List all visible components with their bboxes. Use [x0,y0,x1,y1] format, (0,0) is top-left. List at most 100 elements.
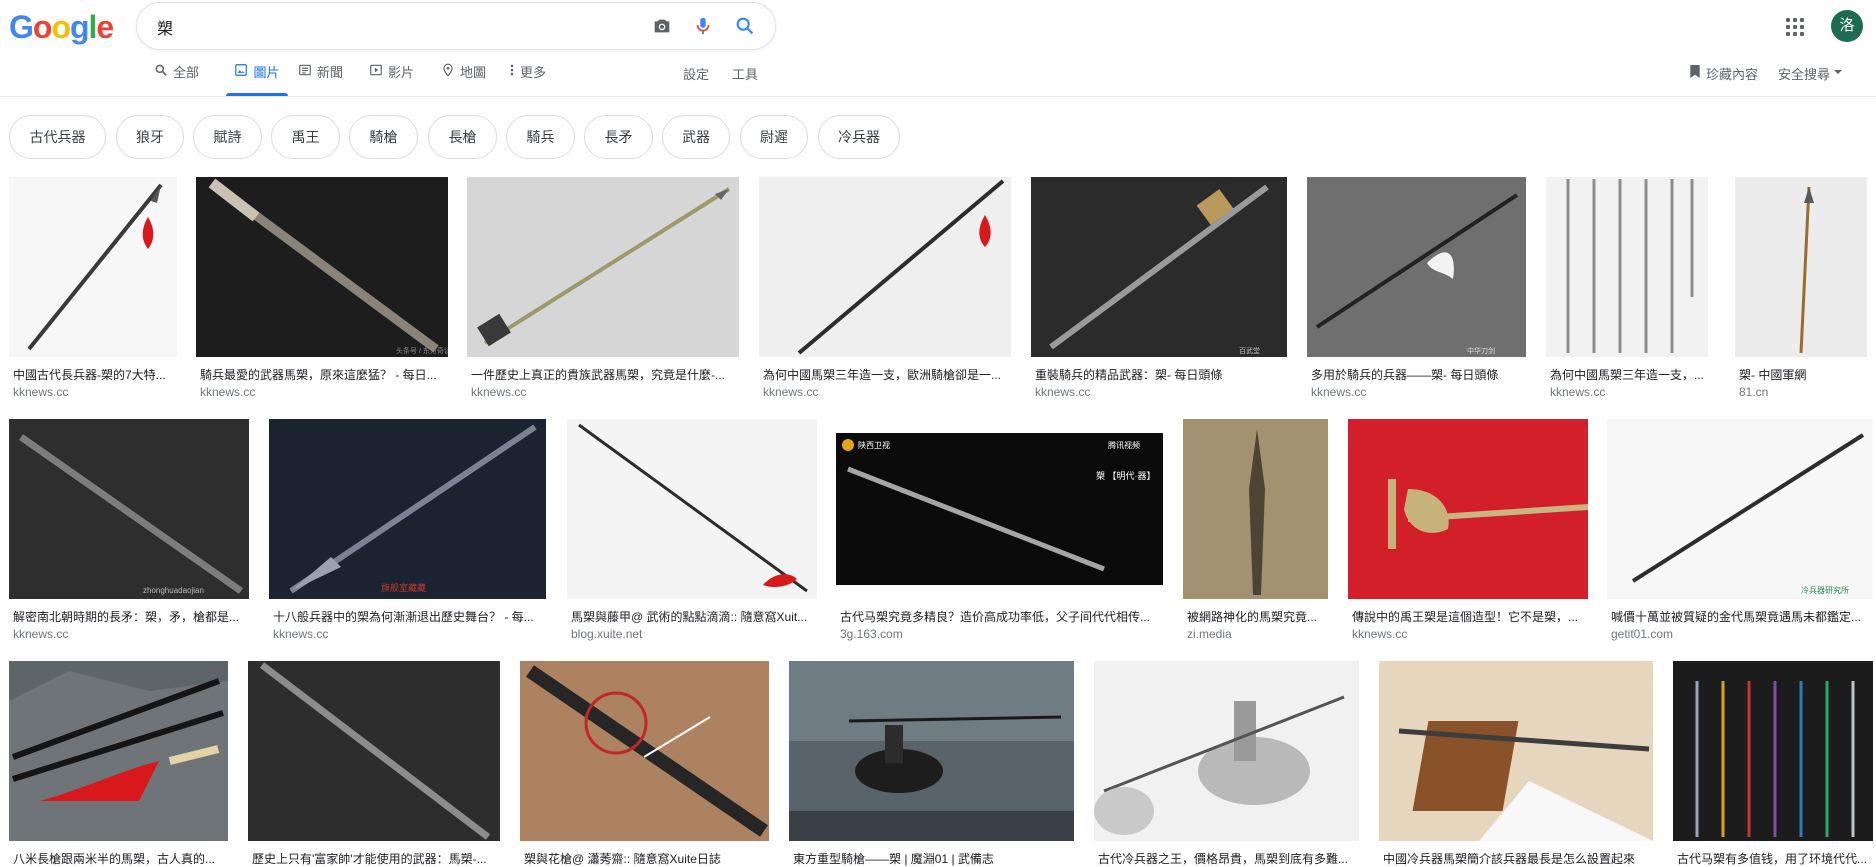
result-thumbnail [789,661,1074,841]
tab-label: 全部 [173,65,200,80]
mic-icon[interactable] [692,15,714,37]
watermark: 头条号 / 东方奇谈 [396,346,448,355]
result-caption: 為何中國馬槊三年造一支，... [1550,368,1705,382]
tab-maps[interactable]: 地圖 [441,62,491,96]
safesearch-dropdown[interactable]: 安全搜尋 [1778,64,1843,83]
google-logo[interactable]: Google [9,9,114,46]
chip[interactable]: 禹王 [271,115,340,159]
image-result[interactable]: 古代冷兵器之王，價格昂貴，馬槊到底有多難... [1094,661,1359,866]
image-result[interactable]: 陕西卫视 腾讯视频槊 【明代·器】 古代马槊究竟多精良？造价高成功率低，父子间代代… [836,419,1163,644]
image-result[interactable]: zhonghuadaojian 解密南北朝時期的長矛：槊，矛，槍都是... kk… [9,419,249,644]
more-vert-icon [509,63,515,77]
chip[interactable]: 狼牙 [116,115,184,159]
image-result[interactable]: 歷史上只有'富家帥'才能使用的武器：馬槊-... [248,661,500,866]
result-thumbnail [1673,661,1873,841]
result-thumbnail [567,419,817,599]
image-result[interactable]: 一件歷史上真正的貴族武器馬槊，究竟是什麼-... kknews.cc [467,177,739,402]
chip[interactable]: 武器 [662,115,730,159]
image-result[interactable]: 東方重型騎槍——槊 | 魔淵01 | 武備志 [789,661,1074,866]
tools-link[interactable]: 工具 [732,64,758,83]
image-result[interactable]: 為何中國馬槊三年造一支，... kknews.cc [1546,177,1708,402]
search-input[interactable]: 槊 [157,15,173,39]
image-result[interactable]: 百武堂 重裝騎兵的精品武器：槊- 每日頭條 kknews.cc [1031,177,1287,402]
news-icon [298,63,312,77]
result-thumbnail: 百武堂 [1031,177,1287,357]
tab-videos[interactable]: 影片 [369,62,419,96]
result-thumbnail [1379,661,1653,841]
result-caption: 東方重型騎槍——槊 | 魔淵01 | 武備志 [793,852,994,866]
result-thumbnail: 冷兵器研究所 [1607,419,1873,599]
result-thumbnail: zhonghuadaojian [9,419,249,599]
logo-letter: o [32,9,53,45]
avatar[interactable]: 洛 [1831,10,1863,42]
image-result[interactable]: 古代马槊有多值钱，用了环境代代... [1673,661,1873,866]
image-result[interactable]: 冷兵器研究所 喊價十萬並被質疑的金代馬槊竟遇馬未都鑑定... getit01.c… [1607,419,1873,644]
saved-link[interactable]: 珍藏內容 [1689,64,1758,83]
chip[interactable]: 尉遲 [740,115,808,159]
image-result[interactable]: 為何中國馬槊三年造一支，歐洲騎槍卻是一... kknews.cc [759,177,1011,402]
result-thumbnail [520,661,769,841]
tab-more[interactable]: 更多 [509,62,559,96]
result-thumbnail [9,661,228,841]
result-caption: 八米長槍跟兩米半的馬槊，古人真的... [13,852,216,866]
result-thumbnail [1735,177,1867,357]
chip[interactable]: 騎槍 [349,115,418,159]
tab-all[interactable]: 全部 [154,62,204,96]
result-thumbnail [467,177,739,357]
chip[interactable]: 長槍 [428,115,497,159]
result-thumbnail: 旗舰室藏藏 [269,419,546,599]
watermark: 槊 【明代·器】 [1096,470,1156,481]
video-icon [369,63,383,77]
result-caption: 被網路神化的馬槊究竟... [1187,610,1318,624]
chip[interactable]: 騎兵 [506,115,575,159]
result-thumbnail [1094,661,1359,841]
chevron-down-icon [1833,64,1843,83]
chip[interactable]: 冷兵器 [818,115,900,159]
tab-images[interactable]: 圖片 [226,62,288,96]
apps-grid-icon[interactable] [1786,18,1804,36]
saved-label: 珍藏內容 [1706,67,1759,82]
result-caption: 歷史上只有'富家帥'才能使用的武器：馬槊-... [252,852,487,866]
image-result[interactable]: 被網路神化的馬槊究竟... zi.media [1183,419,1328,644]
search-box[interactable]: 槊 [136,2,776,50]
image-result[interactable]: 馬槊與藤甲@ 武術的點點滴滴:: 隨意窩Xuit... blog.xuite.n… [567,419,817,644]
result-source: kknews.cc [1311,385,1367,399]
result-source: kknews.cc [273,627,329,641]
result-caption: 中國古代長兵器-槊的7大特... [13,368,166,382]
watermark: 百武堂 [1239,346,1260,355]
result-caption: 解密南北朝時期的長矛：槊，矛，槍都是... [13,610,240,624]
result-caption: 傳說中的禹王槊是這個造型！它不是槊，... [1352,610,1579,624]
result-caption: 馬槊與藤甲@ 武術的點點滴滴:: 隨意窩Xuit... [571,610,808,624]
result-source: getit01.com [1611,627,1674,641]
camera-icon[interactable] [651,15,673,37]
result-source: kknews.cc [1352,627,1408,641]
image-result[interactable]: 八米長槍跟兩米半的馬槊，古人真的... [9,661,228,866]
image-result[interactable]: 中华刀剑 多用於騎兵的兵器——槊- 每日頭條 kknews.cc [1307,177,1526,402]
result-caption: 重裝騎兵的精品武器：槊- 每日頭條 [1035,368,1223,382]
image-result[interactable]: 中國古代長兵器-槊的7大特... kknews.cc [9,177,177,402]
watermark: 旗舰室藏藏 [381,582,426,593]
tab-label: 更多 [520,65,547,80]
image-result[interactable]: 旗舰室藏藏 十八般兵器中的槊為何漸漸退出歷史舞台？ - 每... kknews.… [269,419,546,644]
result-caption: 古代马槊究竟多精良？造价高成功率低，父子间代代相传... [840,610,1151,624]
settings-link[interactable]: 設定 [683,64,709,83]
result-thumbnail [759,177,1011,357]
bookmark-icon [1689,64,1701,83]
chip[interactable]: 長矛 [584,115,653,159]
chip[interactable]: 古代兵器 [9,115,106,159]
image-result[interactable]: 傳說中的禹王槊是這個造型！它不是槊，... kknews.cc [1348,419,1588,644]
result-source: 3g.163.com [840,627,903,641]
chip[interactable]: 賦詩 [193,115,262,159]
tab-news[interactable]: 新聞 [298,62,348,96]
image-result[interactable]: 中國冷兵器馬槊簡介該兵器最長是怎么設置起來 [1379,661,1653,866]
result-source: kknews.cc [13,627,69,641]
search-icon [154,63,168,77]
search-icon[interactable] [734,15,756,37]
image-result[interactable]: 槊- 中國軍網 81.cn [1735,177,1867,402]
image-result[interactable]: 槊與花槍@ 瀟莠齋:: 隨意窩Xuite日誌 [520,661,769,866]
result-caption: 中國冷兵器馬槊簡介該兵器最長是怎么設置起來 [1383,852,1636,866]
result-thumbnail [9,177,177,357]
logo-letter: o [51,9,71,45]
image-result[interactable]: 头条号 / 东方奇谈 騎兵最愛的武器馬槊，原來這麼猛？ - 每日... kkne… [196,177,448,402]
result-source: kknews.cc [471,385,527,399]
